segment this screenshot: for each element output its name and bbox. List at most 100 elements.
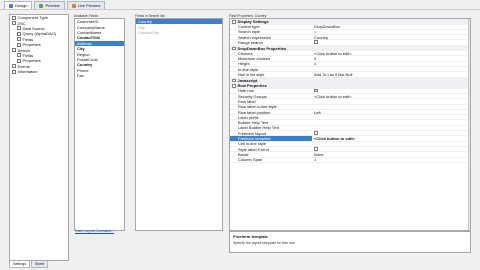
bottom-tab-settings[interactable]: Settings [9, 261, 30, 268]
tree-node-icon [12, 64, 16, 69]
property-value[interactable]: Left [312, 110, 470, 115]
property-value[interactable]: 1 [312, 61, 470, 66]
tree-item-label: Search [17, 47, 31, 53]
tree-item-label: DSC [17, 20, 26, 26]
tree-item-label: Information [17, 69, 38, 75]
property-value[interactable]: None [312, 152, 470, 157]
property-name: Hide row [238, 88, 254, 94]
tree-item-label: Data Source [22, 25, 45, 31]
tree-node-icon [12, 69, 16, 74]
tree-node-icon [12, 21, 16, 26]
property-name: Break [238, 151, 249, 157]
property-value[interactable] [312, 147, 470, 152]
insert-layout-command-link[interactable]: Insert Layout Command... [75, 229, 114, 233]
property-name: Label prefix [238, 114, 259, 120]
property-row[interactable]: Column Span 1 [230, 157, 470, 163]
property-value[interactable]: 1 [312, 157, 470, 162]
tree-item-label: Properties [22, 58, 41, 64]
view-tabbar: Design Preview Live Preview [4, 1, 106, 9]
tree-node-icon [17, 37, 21, 42]
bottom-tab-sheet[interactable]: Sheet [31, 261, 49, 268]
tab-icon [71, 3, 76, 8]
tab-separator [0, 9, 480, 10]
property-name: Row label position [238, 109, 271, 115]
property-value[interactable]: Country [312, 35, 470, 40]
collapse-icon[interactable] [232, 46, 236, 51]
field-properties-grid[interactable]: Display Settings Control type DropDownBox S… [229, 18, 471, 231]
property-name: Control type [238, 24, 260, 30]
tree-item-label: Fields [22, 52, 34, 58]
property-name: Column Span [238, 157, 263, 163]
tree-node-icon [17, 26, 21, 31]
search-field-item[interactable]: ContactTitle [136, 30, 222, 35]
property-name: Range search [238, 40, 263, 46]
property-category-title: Javascript [237, 77, 258, 83]
property-row[interactable]: Null in list style Add To List If Not Nul… [230, 72, 470, 78]
collapse-icon[interactable] [232, 78, 236, 83]
property-row[interactable]: Range search [230, 40, 470, 46]
search-fields-list[interactable]: Country City ContactTitle [135, 18, 223, 231]
property-value[interactable]: DropDownBox [312, 24, 470, 29]
property-name: Maximum choices [238, 56, 271, 62]
tree-item-label: Events [17, 63, 30, 69]
tree-node-icon [17, 42, 21, 47]
property-value[interactable] [312, 88, 470, 93]
tree-item-label: Query (AlphaDAO) [22, 31, 57, 37]
property-checkbox[interactable] [314, 147, 318, 151]
property-description-box: Freeform template Specify the layout tem… [229, 231, 471, 253]
property-value[interactable]: <Click button to edit> [312, 94, 470, 99]
tab-design[interactable]: Design [4, 1, 33, 9]
tree-item-label: Properties [22, 42, 41, 48]
property-name: Search expression [238, 34, 272, 40]
collapse-icon[interactable] [232, 84, 236, 88]
property-name: Row label [238, 98, 256, 104]
property-name: Search style [238, 29, 261, 35]
tab-preview[interactable]: Preview [34, 1, 65, 9]
tab-icon [9, 3, 13, 8]
property-name: Choices [238, 50, 253, 56]
collapse-icon[interactable] [232, 20, 236, 24]
property-name: Cell in-line style [238, 141, 267, 147]
tree-item-label: Fields [22, 36, 34, 42]
property-name: Freeform layout [238, 130, 267, 136]
property-name: Security Groups [238, 93, 267, 99]
property-name: In-line style [238, 66, 259, 72]
tab-label: Preview [45, 3, 60, 8]
property-value[interactable]: 0 [312, 56, 470, 61]
property-checkbox[interactable] [314, 88, 318, 93]
property-name: Row label in-line style [238, 104, 277, 110]
tree-item-label: Component Type [17, 15, 48, 21]
tab-label: Design [15, 3, 28, 8]
property-name: Bubble Help Text [238, 120, 269, 126]
property-value[interactable]: <Click button to edit> [312, 51, 470, 56]
navigation-tree: Component Type DSC Data Source Query (Alpha… [9, 14, 69, 261]
property-name: Null in list style [238, 72, 265, 78]
property-name: Freeform template [230, 136, 312, 141]
properties-scrollbar-thumb[interactable] [469, 20, 470, 200]
tree-item[interactable]: Information [10, 69, 68, 74]
property-name: Height [238, 61, 250, 67]
bottom-tabbar: Settings Sheet [9, 261, 49, 268]
property-value[interactable]: <Click button to edit> [312, 136, 470, 141]
property-value[interactable]: Add To List If Not Null [312, 72, 470, 77]
property-value[interactable] [312, 40, 470, 45]
tree-node-icon [12, 48, 16, 53]
property-name: Style label if error [238, 146, 270, 152]
tab-label: Live Preview [77, 3, 101, 8]
tree-node-icon [17, 58, 21, 63]
tab-live-preview[interactable]: Live Preview [66, 1, 106, 9]
tree-node-icon [17, 53, 21, 58]
property-value[interactable] [312, 131, 470, 136]
tree-node-icon [12, 15, 16, 20]
available-field-item[interactable]: Fax [75, 73, 124, 78]
tab-icon [39, 3, 44, 8]
properties-scrollbar[interactable] [468, 19, 470, 230]
available-fields-list[interactable]: CustomerID CompanyName ContactName ContactT… [74, 18, 125, 231]
description-title: Freeform template [233, 234, 268, 239]
property-checkbox[interactable] [314, 131, 318, 135]
property-checkbox[interactable] [314, 40, 318, 45]
tree-node-icon [17, 31, 21, 36]
description-text: Specify the layout template for this row… [233, 240, 296, 245]
property-value[interactable]: = [312, 29, 470, 34]
property-name: Label Bubble Help Text [238, 125, 280, 131]
